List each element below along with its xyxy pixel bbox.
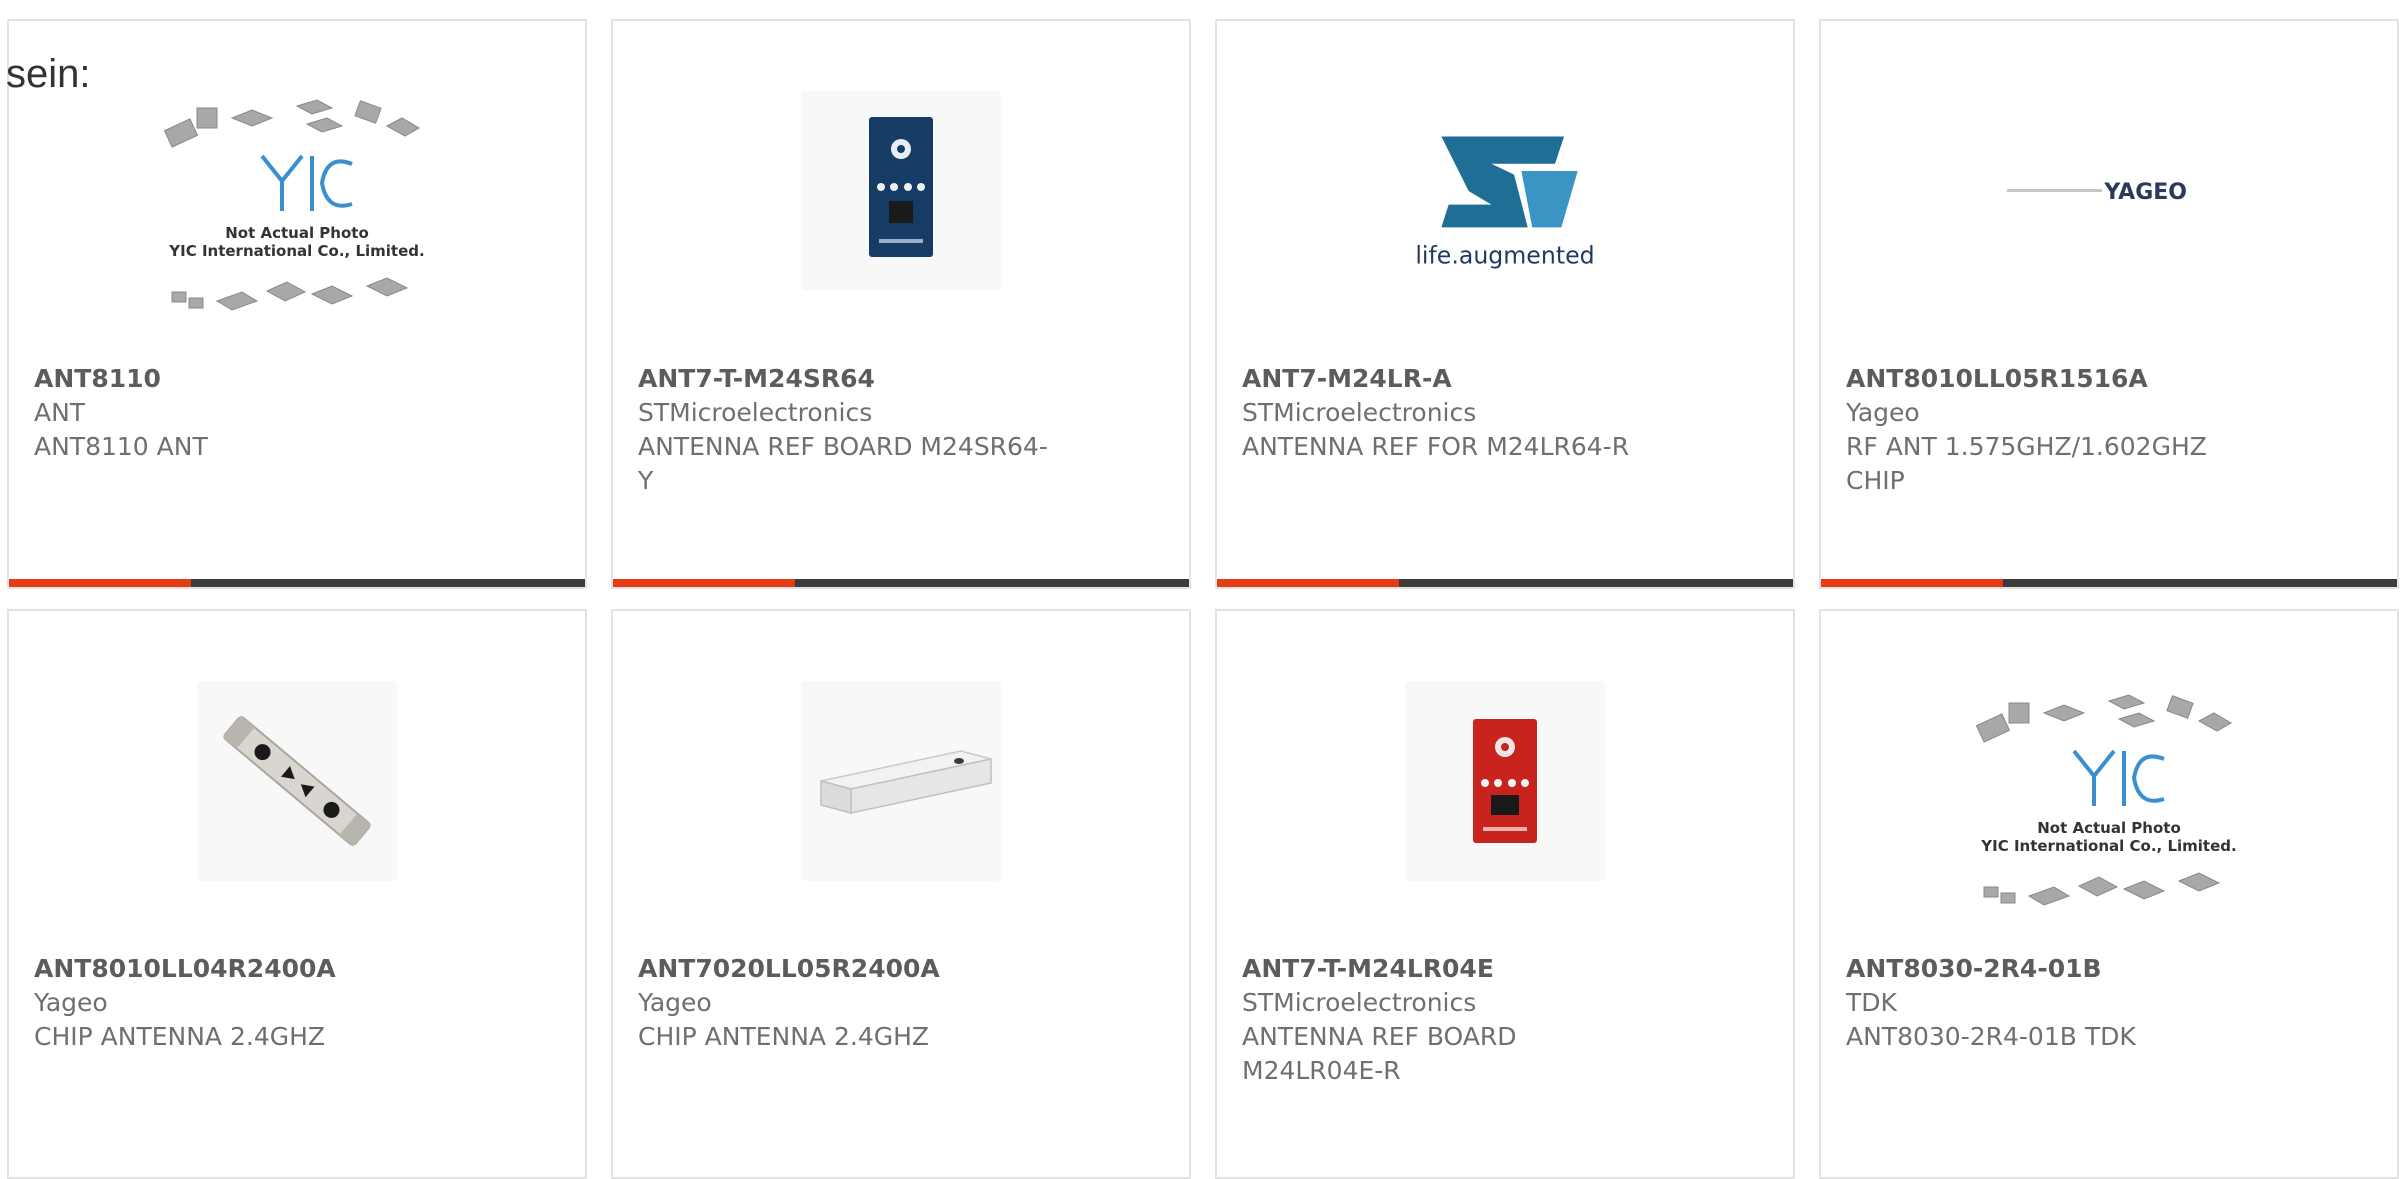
- product-info: ANT8010LL05R1516A Yageo RF ANT 1.575GHZ/…: [1846, 362, 2266, 498]
- product-info: ANT7020LL05R2400A Yageo CHIP ANTENNA 2.4…: [638, 952, 1058, 1054]
- part-number-link[interactable]: ANT7-T-M24SR64: [638, 362, 1058, 396]
- card-bar: [613, 579, 1189, 587]
- description: ANT8030-2R4-01B TDK: [1846, 1022, 2136, 1051]
- product-image: [1405, 681, 1605, 881]
- product-card[interactable]: Not Actual Photo YIC International Co., …: [7, 19, 587, 589]
- product-info: ANT8110 ANT ANT8110 ANT: [34, 362, 454, 464]
- card-bar-accent: [1217, 579, 1399, 587]
- product-info: ANT7-T-M24LR04E STMicroelectronics ANTEN…: [1242, 952, 1662, 1088]
- product-image: [801, 91, 1001, 291]
- brand-logo: YAGEO: [1989, 91, 2229, 291]
- logo-text: YAGEO: [2103, 180, 2187, 205]
- part-number-link[interactable]: ANT8010LL05R1516A: [1846, 362, 2266, 396]
- card-bar-accent: [1821, 579, 2003, 587]
- part-number-link[interactable]: ANT7020LL05R2400A: [638, 952, 1058, 986]
- placeholder-chips-icon: Not Actual Photo YIC International Co., …: [1975, 694, 2237, 906]
- product-card[interactable]: ANT7-T-M24SR64 STMicroelectronics ANTENN…: [611, 19, 1191, 589]
- product-image: [197, 681, 397, 881]
- part-number-link[interactable]: ANT8030-2R4-01B: [1846, 952, 2266, 986]
- circuit-board-icon: [869, 117, 933, 257]
- product-grid: Not Actual Photo YIC International Co., …: [7, 19, 2400, 1179]
- card-bar: [1217, 579, 1793, 587]
- description: CHIP ANTENNA 2.4GHZ: [638, 1022, 930, 1051]
- logo-tagline: life.augmented: [1415, 242, 1594, 270]
- manufacturer: TDK: [1846, 988, 1897, 1017]
- product-info: ANT7-T-M24SR64 STMicroelectronics ANTENN…: [638, 362, 1058, 498]
- product-card[interactable]: ANT7-T-M24LR04E STMicroelectronics ANTEN…: [1215, 609, 1795, 1179]
- product-card[interactable]: life.augmented ANT7-M24LR-A STMicroelect…: [1215, 19, 1795, 589]
- placeholder-line2: YIC International Co., Limited.: [168, 242, 424, 260]
- lead-text: sein:: [6, 52, 91, 96]
- part-number-link[interactable]: ANT7-M24LR-A: [1242, 362, 1662, 396]
- brand-logo: life.augmented: [1405, 91, 1605, 291]
- product-info: ANT7-M24LR-A STMicroelectronics ANTENNA …: [1242, 362, 1662, 464]
- manufacturer: STMicroelectronics: [638, 398, 873, 427]
- manufacturer: STMicroelectronics: [1242, 988, 1477, 1017]
- card-bar-accent: [613, 579, 795, 587]
- manufacturer: STMicroelectronics: [1242, 398, 1477, 427]
- product-info: ANT8010LL04R2400A Yageo CHIP ANTENNA 2.4…: [34, 952, 454, 1054]
- part-number-link[interactable]: ANT8110: [34, 362, 454, 396]
- placeholder-image: Not Actual Photo YIC International Co., …: [1969, 691, 2249, 931]
- part-number-link[interactable]: ANT8010LL04R2400A: [34, 952, 454, 986]
- description: ANT8110 ANT: [34, 432, 208, 461]
- placeholder-chips-icon: Not Actual Photo YIC International Co., …: [163, 99, 425, 311]
- ceramic-block-icon: [820, 750, 992, 814]
- product-image: [801, 681, 1001, 881]
- yageo-logo-icon: YAGEO: [2007, 180, 2187, 205]
- placeholder-line2: YIC International Co., Limited.: [1980, 837, 2236, 855]
- chip-antenna-icon: [222, 715, 372, 847]
- card-bar: [9, 579, 585, 587]
- circuit-board-icon: [1473, 719, 1537, 843]
- description: ANTENNA REF BOARD M24SR64-Y: [638, 432, 1048, 495]
- placeholder-image: Not Actual Photo YIC International Co., …: [157, 96, 437, 336]
- st-logo-icon: life.augmented: [1415, 136, 1595, 270]
- description: ANTENNA REF FOR M24LR64-R: [1242, 432, 1630, 461]
- product-card[interactable]: ANT7020LL05R2400A Yageo CHIP ANTENNA 2.4…: [611, 609, 1191, 1179]
- card-bar: [1821, 579, 2397, 587]
- card-bar-accent: [9, 579, 191, 587]
- product-card[interactable]: YAGEO ANT8010LL05R1516A Yageo RF ANT 1.5…: [1819, 19, 2399, 589]
- manufacturer: Yageo: [638, 988, 712, 1017]
- placeholder-line1: Not Actual Photo: [2037, 819, 2181, 837]
- description: CHIP ANTENNA 2.4GHZ: [34, 1022, 326, 1051]
- manufacturer: Yageo: [34, 988, 108, 1017]
- product-card[interactable]: ANT8010LL04R2400A Yageo CHIP ANTENNA 2.4…: [7, 609, 587, 1179]
- product-card[interactable]: Not Actual Photo YIC International Co., …: [1819, 609, 2399, 1179]
- manufacturer: ANT: [34, 398, 86, 427]
- manufacturer: Yageo: [1846, 398, 1920, 427]
- product-info: ANT8030-2R4-01B TDK ANT8030-2R4-01B TDK: [1846, 952, 2266, 1054]
- description: RF ANT 1.575GHZ/1.602GHZ CHIP: [1846, 432, 2207, 495]
- description: ANTENNA REF BOARD M24LR04E-R: [1242, 1022, 1517, 1085]
- part-number-link[interactable]: ANT7-T-M24LR04E: [1242, 952, 1662, 986]
- placeholder-line1: Not Actual Photo: [225, 224, 369, 242]
